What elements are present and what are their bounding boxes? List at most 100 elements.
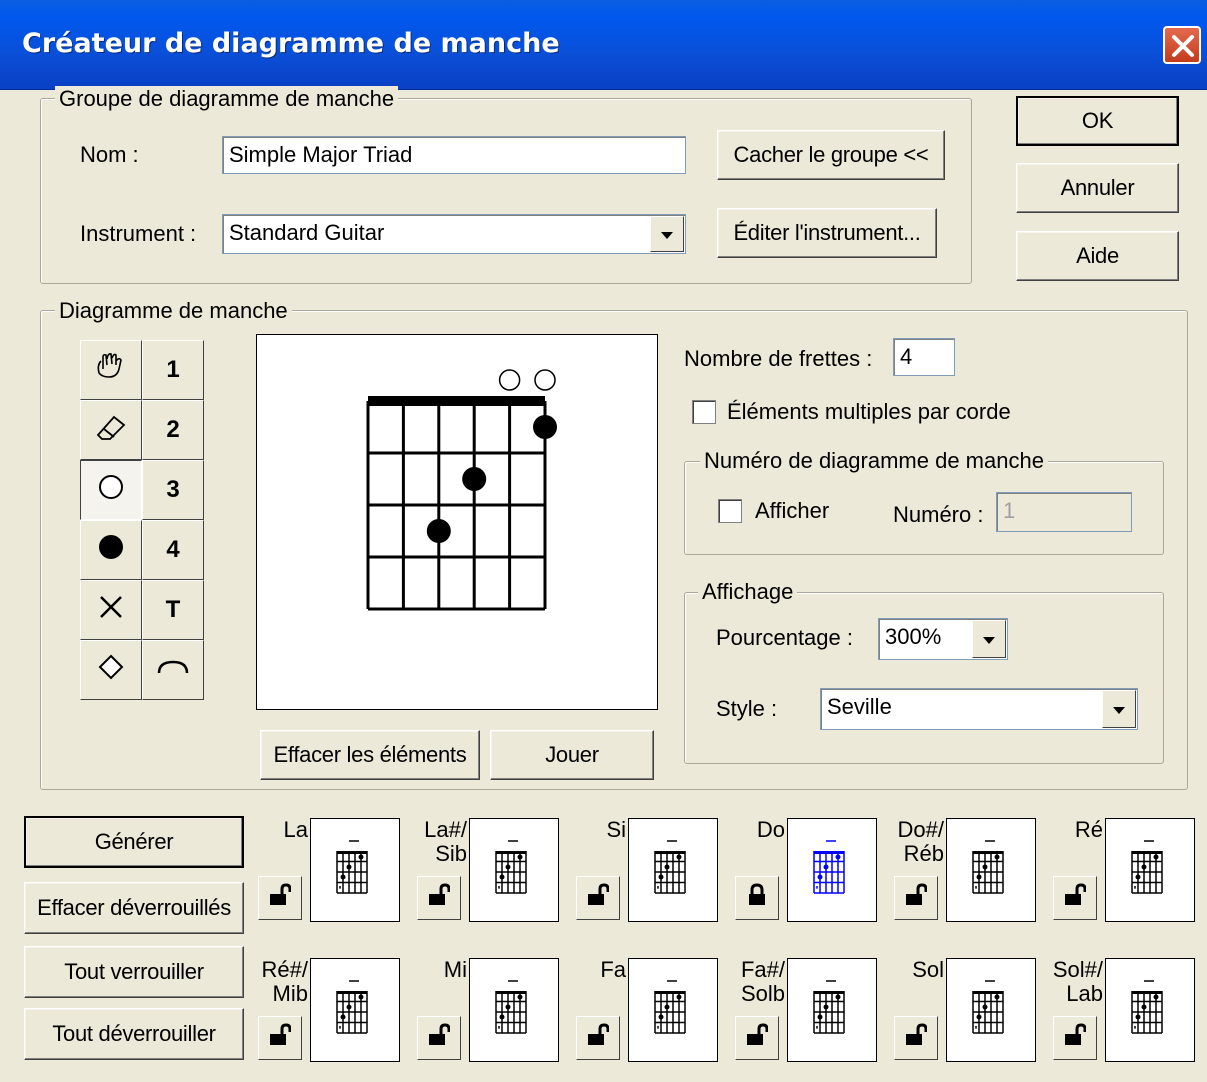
hide-group-button[interactable]: Cacher le groupe << (717, 130, 945, 180)
style-select[interactable]: Seville (820, 688, 1138, 730)
thumb-tool-button[interactable]: T (142, 580, 204, 640)
chord-lock-button[interactable] (894, 1016, 938, 1060)
edit-instrument-button[interactable]: Éditer l'instrument... (717, 208, 937, 258)
chord-preview-tile[interactable] (787, 958, 877, 1062)
finger-dot (533, 415, 557, 439)
help-button[interactable]: Aide (1016, 231, 1179, 281)
finger-dot (426, 519, 451, 543)
chord-name-label-alt: Lab (1066, 981, 1103, 1006)
chord-preview-tile[interactable] (946, 818, 1036, 922)
chord-preview-tile[interactable] (310, 818, 400, 922)
finger-dot (462, 467, 487, 491)
chord-name-label-alt: Mib (272, 981, 308, 1006)
unlock-icon (746, 1023, 769, 1053)
open-circle-tool-button[interactable] (80, 460, 142, 520)
chord-name-label: La (283, 817, 308, 842)
chord-name-label-alt: Solb (740, 981, 785, 1006)
percent-select[interactable]: 300% (878, 618, 1008, 660)
chord-lock-button[interactable] (735, 876, 779, 920)
chord-preview-tile[interactable] (628, 958, 718, 1062)
chord-lock-button[interactable] (735, 1016, 779, 1060)
chord-name-label: Do#/ (897, 817, 944, 842)
filled-dot-tool-button[interactable] (80, 520, 142, 580)
mini-chord-diagram (492, 977, 536, 1043)
mini-chord-diagram (651, 837, 695, 903)
clear-unlocked-button[interactable]: Effacer déverrouillés (24, 882, 244, 934)
multiple-elements-checkbox[interactable] (692, 400, 716, 424)
instrument-dropdown-button[interactable] (650, 216, 684, 252)
finger-1-tool-button[interactable]: 1 (142, 340, 204, 400)
instrument-label: Instrument : (80, 221, 197, 246)
display-legend: Affichage (698, 579, 798, 605)
title-bar: Créateur de diagramme de manche (0, 0, 1207, 90)
mini-chord-diagram (492, 837, 536, 903)
barre-tool-button[interactable] (142, 640, 204, 700)
chord-preview-tile[interactable] (628, 818, 718, 922)
open-string-marker (534, 369, 556, 391)
style-dropdown-button[interactable] (1102, 690, 1136, 728)
chord-editor-canvas[interactable] (256, 334, 658, 710)
eraser-tool-button[interactable] (80, 400, 142, 460)
chord-name-label: Si (606, 817, 626, 842)
mini-chord-diagram (969, 837, 1013, 903)
show-number-label: Afficher (755, 498, 830, 523)
chord-name-label-alt: Sib (435, 841, 467, 866)
instrument-select[interactable]: Standard Guitar (222, 214, 686, 254)
open-circle-icon (97, 473, 125, 508)
chord-preview-tile[interactable] (946, 958, 1036, 1062)
ok-button[interactable]: OK (1016, 96, 1179, 146)
chord-lock-button[interactable] (1053, 1016, 1097, 1060)
chord-preview-tile[interactable] (310, 958, 400, 1062)
generate-button[interactable]: Générer (24, 816, 244, 868)
chord-lock-button[interactable] (576, 1016, 620, 1060)
chord-lock-button[interactable] (1053, 876, 1097, 920)
chord-lock-button[interactable] (576, 876, 620, 920)
unlock-icon (1064, 883, 1087, 913)
chord-diagram[interactable] (257, 335, 657, 709)
hand-tool-button[interactable] (80, 340, 142, 400)
mini-chord-diagram (333, 837, 377, 903)
percent-dropdown-button[interactable] (972, 620, 1006, 658)
open-string-marker (498, 369, 521, 391)
play-button[interactable]: Jouer (490, 730, 654, 780)
chord-name-label-alt: Réb (903, 841, 944, 866)
diamond-tool-button[interactable] (80, 640, 142, 700)
finger-2-tool-button[interactable]: 2 (142, 400, 204, 460)
show-number-checkbox[interactable] (718, 499, 742, 523)
chord-lock-button[interactable] (258, 1016, 302, 1060)
chord-preview-tile[interactable] (1105, 958, 1195, 1062)
unlock-all-button[interactable]: Tout déverrouiller (24, 1008, 244, 1060)
unlock-icon (587, 883, 610, 913)
x-mark-tool-button[interactable] (80, 580, 142, 640)
chord-lock-button[interactable] (894, 876, 938, 920)
unlock-icon (269, 1023, 292, 1053)
chord-preview-tile[interactable] (469, 958, 559, 1062)
finger-4-tool-button[interactable]: 4 (142, 520, 204, 580)
chord-preview-tile[interactable] (787, 818, 877, 922)
chord-lock-button[interactable] (417, 1016, 461, 1060)
clear-elements-button[interactable]: Effacer les éléments (260, 730, 480, 780)
chord-name-label: Sol (912, 957, 944, 982)
finger-3-tool-button[interactable]: 3 (142, 460, 204, 520)
chord-preview-tile[interactable] (469, 818, 559, 922)
fret-count-input[interactable]: 4 (893, 338, 955, 376)
name-input[interactable]: Simple Major Triad (222, 136, 686, 174)
hand-icon (93, 351, 129, 390)
number-label: Numéro : (893, 502, 984, 527)
mini-chord-diagram (1128, 837, 1172, 903)
close-button[interactable] (1163, 26, 1201, 64)
chord-preview-tile[interactable] (1105, 818, 1195, 922)
chord-lock-button[interactable] (258, 876, 302, 920)
percent-label: Pourcentage : (716, 625, 853, 650)
chord-name-label: Fa#/ (740, 957, 785, 982)
unlock-icon (428, 883, 451, 913)
unlock-icon (587, 1023, 610, 1053)
unlock-icon (1064, 1023, 1087, 1053)
number-input: 1 (996, 492, 1132, 532)
cancel-button[interactable]: Annuler (1016, 163, 1179, 213)
lock-all-button[interactable]: Tout verrouiller (24, 946, 244, 998)
unlock-icon (269, 883, 292, 913)
chord-lock-button[interactable] (417, 876, 461, 920)
dialog-window: Créateur de diagramme de manche Groupe d… (0, 0, 1207, 1082)
mini-chord-diagram (810, 837, 854, 903)
